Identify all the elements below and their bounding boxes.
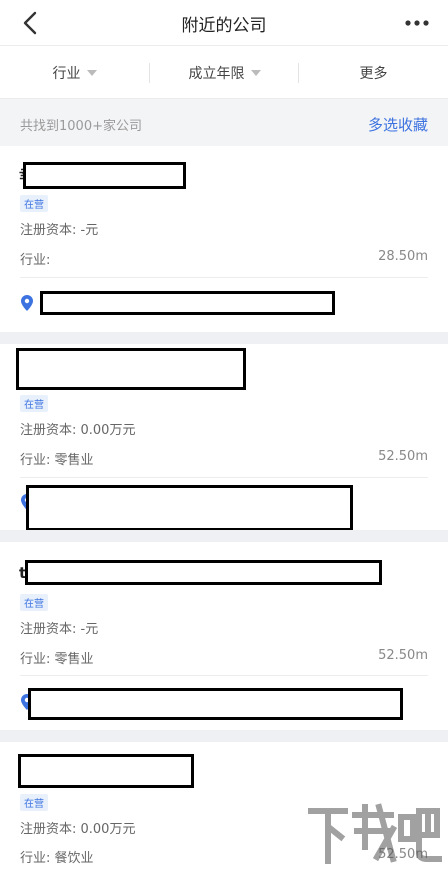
registered-capital: 注册资本: -元: [20, 223, 99, 238]
caret-down-icon: [250, 70, 261, 76]
result-summary-bar: 共找到1000+家公司 多选收藏: [0, 99, 448, 146]
redacted-address: [28, 688, 403, 720]
industry-text: 行业: 餐饮业: [20, 851, 94, 866]
card-separator: [0, 730, 448, 742]
card-divider: [20, 277, 428, 278]
result-count: 共找到1000+家公司: [20, 119, 142, 134]
industry-text: 行业: 零售业: [20, 652, 94, 667]
distance: 52.50m: [378, 449, 428, 464]
filter-more-label: 更多: [359, 66, 388, 82]
distance: 52.50m: [378, 648, 428, 663]
card-separator: [0, 530, 448, 542]
redacted-address: [40, 291, 335, 315]
industry-text: 行业:: [20, 253, 51, 268]
top-nav-bar: 附近的公司: [0, 0, 448, 46]
status-badge: 在营: [20, 794, 48, 811]
status-badge: 在营: [20, 594, 48, 611]
company-card[interactable]: 在营 注册资本: 0.00万元 行业: 零售业 52.50m: [0, 344, 448, 531]
company-card[interactable]: t 在营 注册资本: -元 行业: 零售业 52.50m: [0, 542, 448, 730]
page-title: 附近的公司: [181, 16, 267, 36]
filter-industry[interactable]: 行业: [0, 47, 149, 99]
company-card[interactable]: 幸 在营 注册资本: -元 行业: 28.50m: [0, 146, 448, 332]
more-dots-icon[interactable]: [402, 10, 432, 36]
distance: 28.50m: [378, 249, 428, 264]
status-badge: 在营: [20, 395, 48, 412]
location-pin-icon: [21, 295, 33, 311]
filter-more[interactable]: 更多: [299, 47, 448, 99]
caret-down-icon: [86, 70, 97, 76]
registered-capital: 注册资本: -元: [20, 622, 99, 637]
registered-capital: 注册资本: 0.00万元: [20, 423, 136, 438]
redacted-company-name: [18, 754, 194, 788]
redacted-address: [26, 485, 353, 531]
multi-select-favorite-button[interactable]: 多选收藏: [368, 114, 428, 135]
registered-capital: 注册资本: 0.00万元: [20, 822, 136, 837]
status-badge: 在营: [20, 195, 48, 212]
filter-industry-label: 行业: [52, 66, 81, 82]
filter-bar: 行业 成立年限 更多: [0, 47, 448, 99]
redacted-company-name: [23, 162, 186, 189]
filter-founded-years-label: 成立年限: [188, 66, 245, 82]
watermark-logo-icon: [308, 803, 442, 864]
industry-text: 行业: 零售业: [20, 453, 94, 468]
card-divider: [20, 477, 428, 478]
redacted-company-name: [16, 348, 246, 390]
card-separator: [0, 332, 448, 344]
card-divider: [20, 675, 428, 676]
filter-founded-years[interactable]: 成立年限: [150, 47, 299, 99]
redacted-company-name: [25, 560, 382, 585]
